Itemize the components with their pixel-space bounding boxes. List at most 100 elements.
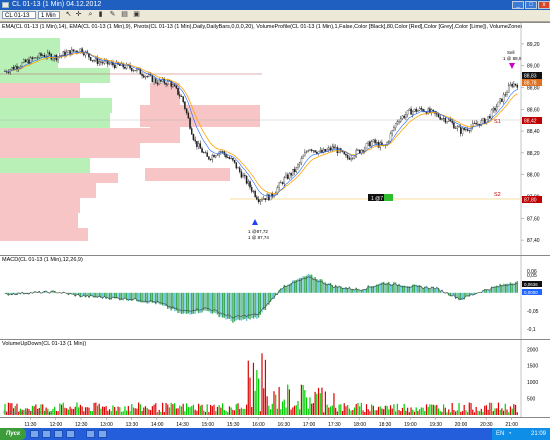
candle-body <box>461 128 464 134</box>
volume-panel[interactable]: VolumeUpDown(CL 01-13 (1 Min)) 2000 1500 1… <box>0 339 550 417</box>
minimize-button[interactable]: _ <box>512 1 524 9</box>
price-panel[interactable]: EMA(CL 01-13 (1 Min),14), EMA(CL 01-13 (… <box>0 22 550 255</box>
volume-bar <box>364 411 366 415</box>
volume-bar <box>126 410 128 415</box>
candle-body <box>507 85 510 93</box>
candle-body <box>89 57 92 61</box>
candle-body <box>110 62 112 64</box>
volume-bar <box>100 408 102 415</box>
volume-bar <box>162 402 164 415</box>
volume-bar <box>396 403 398 415</box>
volume-bar <box>352 409 354 415</box>
pointer-icon[interactable]: ↖ <box>64 11 73 19</box>
macd-line <box>4 276 518 319</box>
volume-bar <box>405 410 407 415</box>
taskbar-app-5[interactable] <box>86 430 95 438</box>
bar-style-icon[interactable]: ▮ <box>96 11 105 19</box>
window-titlebar[interactable]: CL 01-13 (1 Min) 04.12.2012 _ □ x <box>0 0 550 10</box>
taskbar-app-1[interactable] <box>30 430 39 438</box>
close-button[interactable]: x <box>538 1 550 9</box>
volume-bar <box>473 412 476 415</box>
volume-chart[interactable]: 2000 1500 1000 500 © 2012 NinjaTrader, LLC <box>0 340 550 417</box>
volume-bar <box>199 405 201 415</box>
instrument-selector[interactable]: CL 01-13 <box>2 11 36 19</box>
candle-body <box>305 151 308 153</box>
taskbar-app-6[interactable] <box>98 430 107 438</box>
candle-body <box>454 128 457 129</box>
volume-bar <box>504 403 506 415</box>
volume-bar <box>412 409 414 415</box>
taskbar-app-4[interactable] <box>66 430 75 438</box>
language-indicator[interactable]: EN <box>496 428 504 440</box>
candle-body <box>201 148 203 153</box>
volume-bar <box>389 405 392 415</box>
candle-body <box>228 157 231 159</box>
candle-body <box>283 177 286 184</box>
crosshair-icon[interactable]: ✛ <box>74 11 83 19</box>
volume-bar <box>233 410 236 415</box>
candle-body <box>95 58 97 61</box>
candle-body <box>388 141 390 143</box>
properties-icon[interactable]: ▤ <box>120 11 129 19</box>
lock-icon[interactable]: ▣ <box>132 11 141 19</box>
volume-bar <box>81 406 83 415</box>
candle-body <box>38 53 41 58</box>
volume-bar <box>317 387 320 415</box>
volume-bar <box>485 405 488 415</box>
volume-bar <box>329 406 332 415</box>
start-button[interactable]: Пуск <box>0 428 26 440</box>
candle-body <box>268 194 270 201</box>
volume-bar <box>468 402 470 415</box>
volume-bar <box>95 402 97 415</box>
order-box-qty[interactable] <box>384 194 393 201</box>
candle-body <box>173 84 176 87</box>
volume-bar <box>441 411 443 415</box>
volume-bar <box>129 411 131 415</box>
candle-body <box>216 154 219 156</box>
volume-bar <box>83 411 85 415</box>
tray-icon[interactable]: ◔ <box>508 428 512 440</box>
candle-body <box>475 123 477 125</box>
maximize-button[interactable]: □ <box>525 1 537 9</box>
candle-body <box>119 64 121 66</box>
candle-body <box>410 108 412 115</box>
taskbar-app-3[interactable] <box>54 430 63 438</box>
candle-body <box>59 55 61 57</box>
buy-arrow-icon <box>252 219 258 225</box>
candle-body <box>458 126 460 128</box>
candle-body <box>16 66 18 70</box>
candle-body <box>497 101 500 108</box>
volume-bar <box>324 391 326 415</box>
volume-bar <box>293 405 296 415</box>
volume-bar <box>513 404 515 415</box>
volume-bar <box>117 406 119 415</box>
volume-bar <box>360 402 362 415</box>
draw-icon[interactable]: ✎ <box>108 11 117 19</box>
macd-panel[interactable]: MACD(CL 01-13 (1 Min),12,26,9) 0,060,050… <box>0 255 550 339</box>
candle-body <box>489 116 491 119</box>
volume-bar <box>227 412 229 415</box>
candle-body <box>141 74 143 76</box>
volume-bar <box>490 402 493 415</box>
candle-body <box>192 134 195 140</box>
candle-body <box>288 172 291 179</box>
interval-selector[interactable]: 1 Min <box>38 11 60 19</box>
price-chart[interactable]: 1 @7 S1 S2 1 @87,72 1 @ 87,74 Sell 1 @ 8… <box>0 23 550 255</box>
taskbar-app-2[interactable] <box>42 430 51 438</box>
volume-bar <box>362 410 364 415</box>
volume-bar <box>228 406 231 415</box>
macd-value-b: 0,0000 <box>524 290 538 295</box>
macd-chart[interactable]: 0,060,050-0,05-0,1 0,0636 0,0000 <box>0 256 550 339</box>
volume-profile-bar <box>0 38 60 53</box>
zoom-icon[interactable]: ⌕ <box>86 11 95 19</box>
volume-bar <box>432 404 434 415</box>
candle-body <box>442 118 445 119</box>
candle-body <box>286 174 289 179</box>
volume-bar <box>439 410 441 415</box>
sell-marker-a: Sell <box>507 50 515 55</box>
candle-body <box>204 152 207 154</box>
candle-body <box>314 150 316 153</box>
volume-bar <box>84 407 87 415</box>
volume-bar <box>359 406 361 415</box>
candle-body <box>151 75 154 83</box>
